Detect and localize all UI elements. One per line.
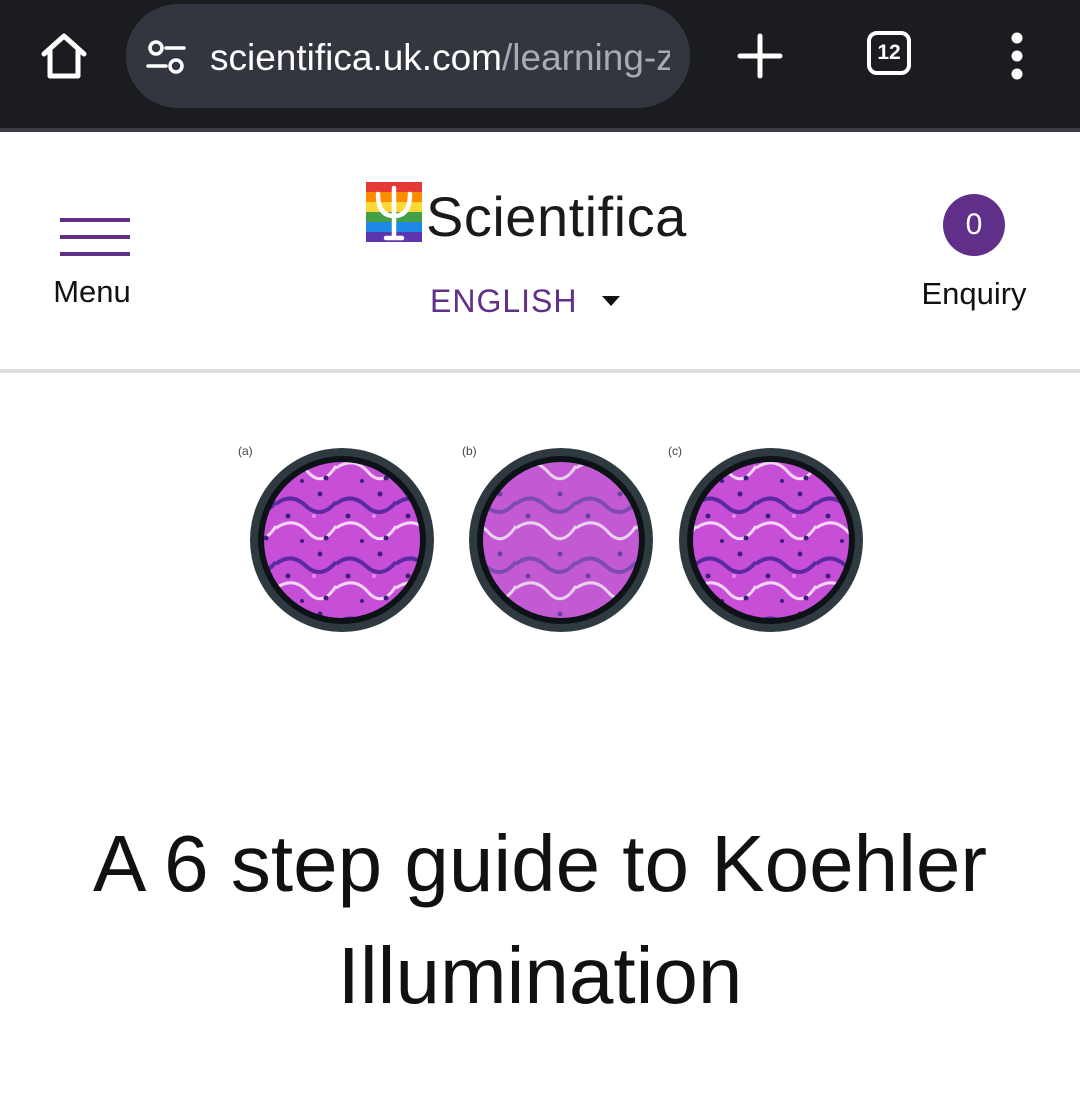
url-host: scientifica.uk.com <box>210 37 502 78</box>
url-path: /learning-zo <box>502 37 670 78</box>
browser-toolbar: scientifica.uk.com/learning-zo 12 <box>0 0 1080 130</box>
address-bar[interactable]: scientifica.uk.com/learning-zo <box>126 4 690 108</box>
new-tab-icon <box>737 33 783 79</box>
enquiry-count-badge: 0 <box>943 194 1005 256</box>
more-menu-button[interactable] <box>1002 30 1032 82</box>
language-selector[interactable]: ENGLISH <box>430 278 630 324</box>
home-button[interactable] <box>38 30 90 82</box>
site-settings-icon[interactable] <box>146 38 186 78</box>
panel-a <box>250 448 434 632</box>
enquiry-button[interactable]: 0 Enquiry <box>914 194 1034 324</box>
site-logo[interactable]: Scientifica <box>366 180 696 250</box>
header-divider <box>0 369 1080 373</box>
panel-c <box>679 448 863 632</box>
chevron-down-icon <box>602 296 620 306</box>
microscopy-panels-illustration <box>250 448 863 632</box>
hero-image: (a) (b) (c) <box>216 426 866 696</box>
panel-label-c: (c) <box>668 444 682 458</box>
menu-label: Menu <box>53 274 131 309</box>
hamburger-icon <box>60 218 130 256</box>
panel-label-a: (a) <box>238 444 253 458</box>
tab-switcher-icon[interactable]: 12 <box>867 31 911 75</box>
new-tab-button[interactable] <box>736 32 784 80</box>
home-icon <box>41 33 87 79</box>
enquiry-label: Enquiry <box>921 276 1027 311</box>
panel-b <box>469 448 653 632</box>
more-menu-icon <box>1011 32 1023 80</box>
language-label: ENGLISH <box>430 283 578 319</box>
url-text[interactable]: scientifica.uk.com/learning-zo <box>210 34 670 82</box>
site-header: Menu Scientifica ENGLISH 0 Enquiry <box>0 132 1080 370</box>
menu-button[interactable]: Menu <box>40 212 144 322</box>
logo-text: Scientifica <box>426 185 687 248</box>
logo-psi-icon <box>366 182 422 242</box>
panel-label-b: (b) <box>462 444 477 458</box>
article-title: A 6 step guide to Koehler Illumination <box>93 819 987 1020</box>
